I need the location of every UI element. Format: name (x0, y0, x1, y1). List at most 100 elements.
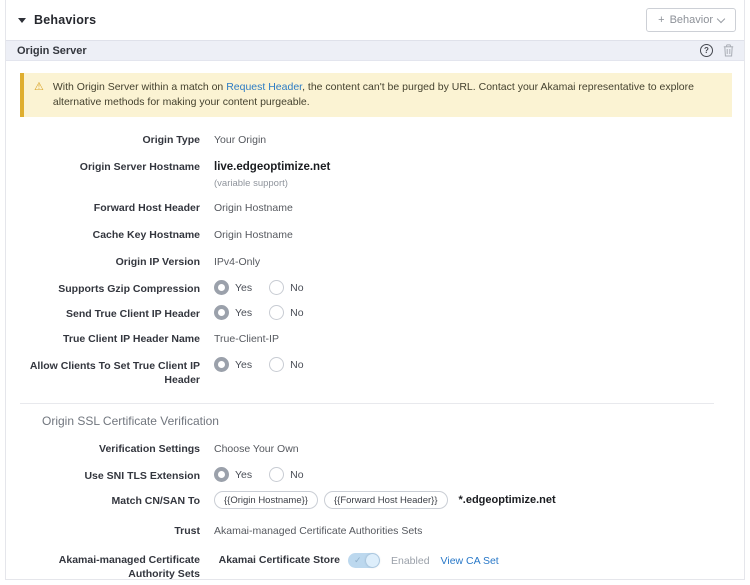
help-icon[interactable]: ? (700, 44, 713, 57)
collapse-caret-icon[interactable] (18, 18, 26, 23)
allow-clients-set-tcip-radio-group: Yes No (214, 357, 730, 372)
allow-clients-set-tcip-radio-no[interactable]: No (269, 357, 303, 372)
radio-unselected-icon (269, 280, 284, 295)
request-header-link[interactable]: Request Header (226, 81, 302, 93)
ca-row-akamai-store: Akamai Certificate Store ✓ Enabled View … (214, 553, 730, 568)
supports-gzip-radio-group: Yes No (214, 280, 730, 295)
send-true-client-ip-label: Send True Client IP Header (12, 307, 200, 321)
radio-unselected-icon (269, 467, 284, 482)
warning-text: With Origin Server within a match on Req… (53, 80, 718, 110)
toggle-knob (366, 554, 379, 567)
forward-host-header-value: Origin Hostname (214, 201, 730, 215)
radio-yes-label: Yes (235, 359, 252, 371)
use-sni-radio-group: Yes No (214, 467, 730, 482)
field-ca-sets: Akamai-managed Certificate Authority Set… (12, 553, 730, 580)
radio-no-label: No (290, 359, 303, 371)
origin-type-label: Origin Type (12, 133, 200, 147)
origin-hostname-label: Origin Server Hostname (12, 160, 200, 174)
akamai-cert-store-label: Akamai Certificate Store (214, 554, 340, 567)
origin-type-value: Your Origin (214, 133, 730, 147)
field-origin-type: Origin Type Your Origin (12, 133, 730, 147)
check-icon: ✓ (354, 553, 362, 568)
ssl-section-title: Origin SSL Certificate Verification (42, 414, 730, 428)
origin-ip-version-label: Origin IP Version (12, 255, 200, 269)
use-sni-radio-yes[interactable]: Yes (214, 467, 252, 482)
radio-selected-icon (214, 305, 229, 320)
radio-no-label: No (290, 282, 303, 294)
field-match-cn-san: Match CN/SAN To {{Origin Hostname}} {{Fo… (12, 494, 730, 509)
allow-clients-set-tcip-radio-yes[interactable]: Yes (214, 357, 252, 372)
match-cn-san-extra-value: *.edgeoptimize.net (459, 494, 556, 506)
field-verification-settings: Verification Settings Choose Your Own (12, 442, 730, 456)
use-sni-label: Use SNI TLS Extension (12, 469, 200, 483)
supports-gzip-radio-no[interactable]: No (269, 280, 303, 295)
field-forward-host-header: Forward Host Header Origin Hostname (12, 201, 730, 215)
radio-no-label: No (290, 469, 303, 481)
field-trust: Trust Akamai-managed Certificate Authori… (12, 524, 730, 538)
warning-banner: ⚠ With Origin Server within a match on R… (20, 73, 732, 117)
ca-sets-rows: Akamai Certificate Store ✓ Enabled View … (214, 553, 730, 580)
chip-origin-hostname: {{Origin Hostname}} (214, 491, 318, 509)
trust-label: Trust (12, 524, 200, 538)
match-cn-san-values: {{Origin Hostname}} {{Forward Host Heade… (214, 491, 730, 509)
variable-support-note: (variable support) (214, 178, 730, 189)
cache-key-hostname-label: Cache Key Hostname (12, 228, 200, 242)
radio-no-label: No (290, 307, 303, 319)
ca-sets-label: Akamai-managed Certificate Authority Set… (12, 553, 200, 580)
plus-icon: + (658, 14, 664, 26)
origin-server-form: Origin Type Your Origin Origin Server Ho… (6, 117, 744, 580)
field-allow-clients-set-tcip: Allow Clients To Set True Client IP Head… (12, 359, 730, 387)
radio-yes-label: Yes (235, 307, 252, 319)
field-true-client-ip-name: True Client IP Header Name True-Client-I… (12, 332, 730, 346)
true-client-ip-name-label: True Client IP Header Name (12, 332, 200, 346)
match-cn-san-label: Match CN/SAN To (12, 494, 200, 508)
radio-selected-icon (214, 280, 229, 295)
field-send-true-client-ip: Send True Client IP Header Yes No (12, 307, 730, 321)
forward-host-header-label: Forward Host Header (12, 201, 200, 215)
akamai-cert-store-state: Enabled (391, 555, 430, 567)
section-divider (20, 403, 714, 404)
field-cache-key-hostname: Cache Key Hostname Origin Hostname (12, 228, 730, 242)
add-behavior-label: Behavior (670, 14, 713, 26)
field-origin-ip-version: Origin IP Version IPv4-Only (12, 255, 730, 269)
trash-icon[interactable] (723, 44, 734, 57)
allow-clients-set-tcip-label: Allow Clients To Set True Client IP Head… (12, 359, 200, 387)
field-use-sni: Use SNI TLS Extension Yes No (12, 469, 730, 483)
send-true-client-ip-radio-yes[interactable]: Yes (214, 305, 252, 320)
send-true-client-ip-radio-no[interactable]: No (269, 305, 303, 320)
supports-gzip-label: Supports Gzip Compression (12, 282, 200, 296)
use-sni-radio-no[interactable]: No (269, 467, 303, 482)
origin-server-bar: Origin Server ? (6, 40, 744, 61)
send-true-client-ip-radio-group: Yes No (214, 305, 730, 320)
trust-value: Akamai-managed Certificate Authorities S… (214, 524, 730, 538)
cache-key-hostname-value: Origin Hostname (214, 228, 730, 242)
radio-selected-icon (214, 357, 229, 372)
supports-gzip-radio-yes[interactable]: Yes (214, 280, 252, 295)
chip-forward-host-header: {{Forward Host Header}} (324, 491, 448, 509)
behaviors-header: Behaviors + Behavior (6, 0, 744, 40)
origin-ip-version-value: IPv4-Only (214, 255, 730, 269)
behaviors-panel: Behaviors + Behavior Origin Server ? (5, 0, 745, 580)
radio-unselected-icon (269, 305, 284, 320)
field-supports-gzip: Supports Gzip Compression Yes No (12, 282, 730, 296)
warning-icon: ⚠ (34, 80, 44, 110)
origin-server-title: Origin Server (17, 45, 87, 57)
page: Behaviors + Behavior Origin Server ? (0, 0, 750, 585)
true-client-ip-name-value: True-Client-IP (214, 332, 730, 346)
radio-unselected-icon (269, 357, 284, 372)
behaviors-title: Behaviors (34, 13, 96, 27)
radio-selected-icon (214, 467, 229, 482)
origin-hostname-value: live.edgeoptimize.net (214, 160, 730, 175)
radio-yes-label: Yes (235, 282, 252, 294)
radio-yes-label: Yes (235, 469, 252, 481)
chevron-down-icon (717, 14, 725, 22)
akamai-cert-store-controls: ✓ Enabled View CA Set (348, 553, 730, 568)
add-behavior-button[interactable]: + Behavior (646, 8, 736, 32)
warning-text-before: With Origin Server within a match on (53, 81, 226, 93)
verification-settings-label: Verification Settings (12, 442, 200, 456)
field-origin-hostname: Origin Server Hostname live.edgeoptimize… (12, 160, 730, 189)
akamai-cert-store-view-ca-set-link[interactable]: View CA Set (441, 555, 499, 567)
verification-settings-value: Choose Your Own (214, 442, 730, 456)
akamai-cert-store-toggle[interactable]: ✓ (348, 553, 380, 568)
origin-bar-icons: ? (700, 44, 734, 57)
